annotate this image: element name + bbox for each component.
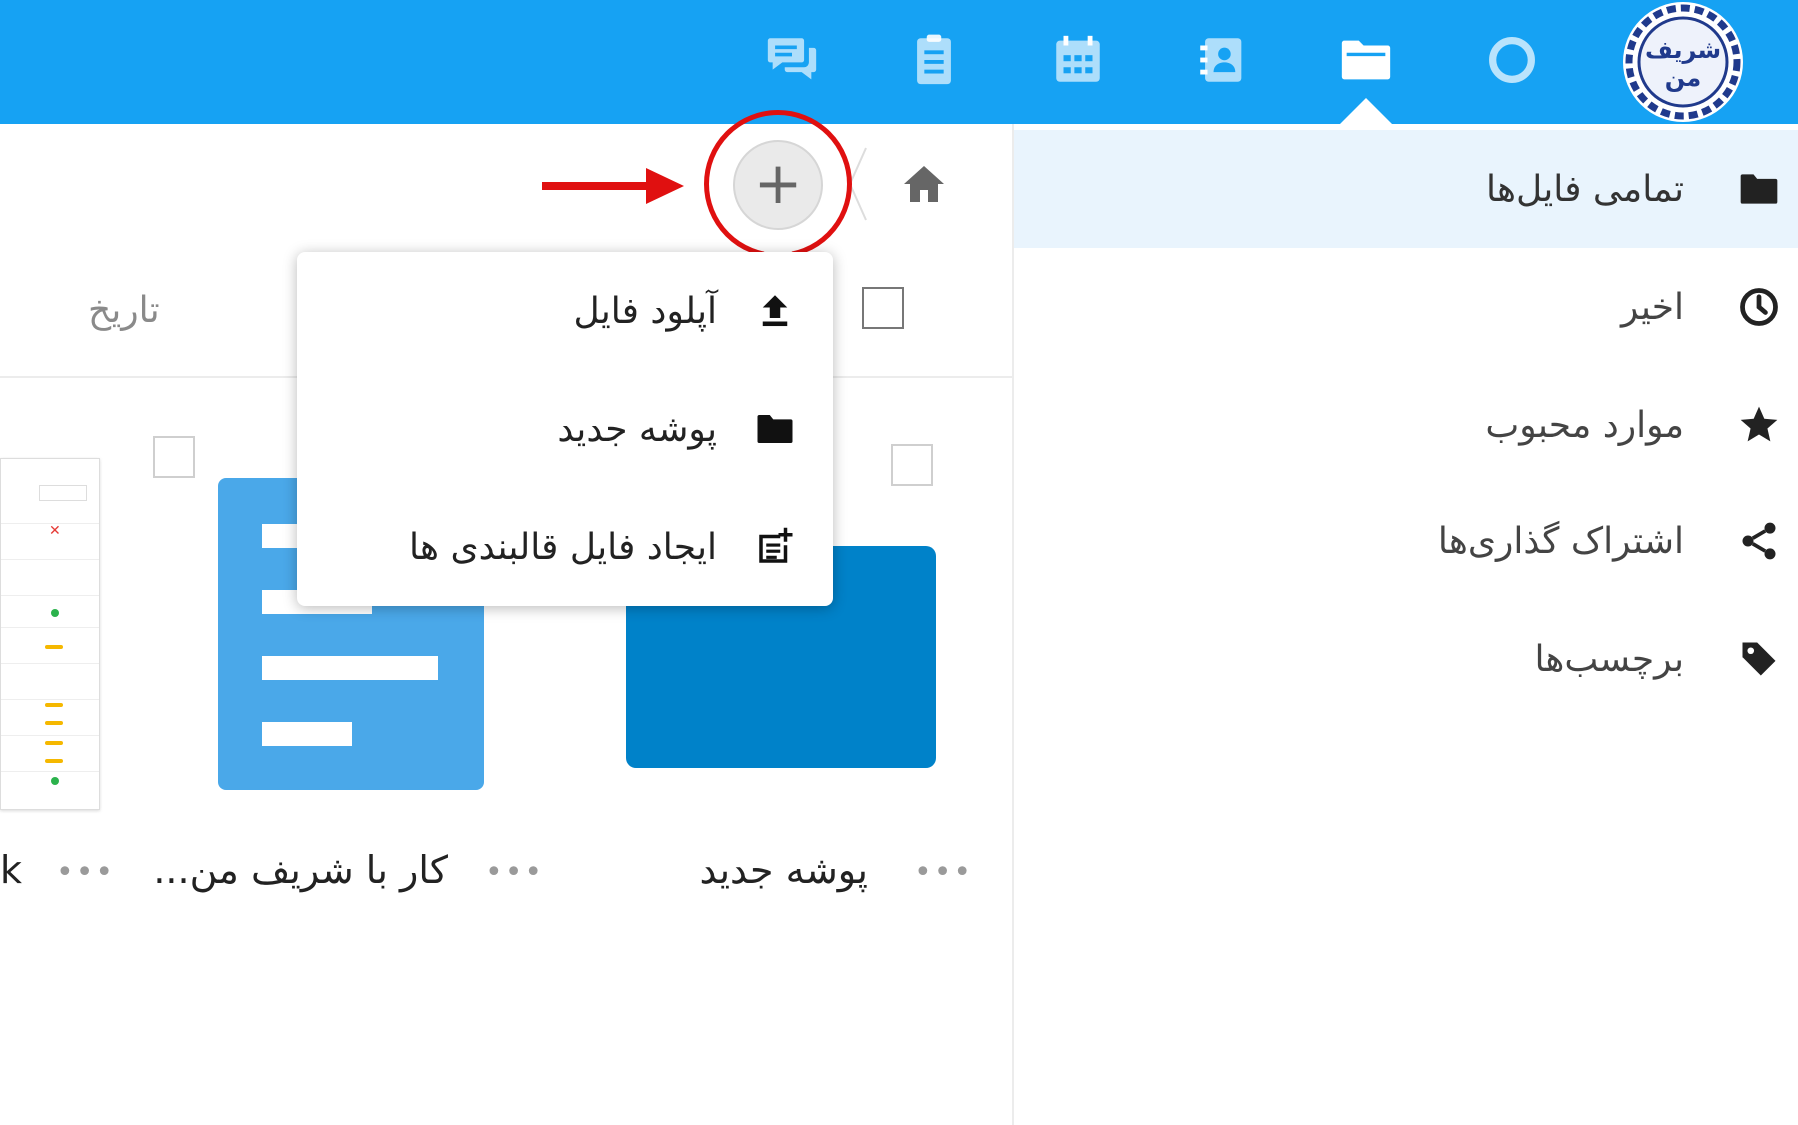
status-dot xyxy=(51,777,59,785)
sharif-logo-icon: شریف من xyxy=(1623,2,1743,122)
status-dot xyxy=(51,609,59,617)
template-icon xyxy=(753,525,797,569)
upload-icon xyxy=(753,289,797,333)
file-name[interactable]: ...کار با شریف من xyxy=(153,848,448,892)
circle-icon xyxy=(1489,37,1535,83)
nav-item-label: برچسب‌ها xyxy=(1534,638,1684,680)
select-all-checkbox[interactable] xyxy=(862,287,904,329)
nav-item-label: اشتراک گذاری‌ها xyxy=(1437,520,1684,562)
logo[interactable]: شریف من xyxy=(1614,0,1752,124)
nav-item-label: موارد محبوب xyxy=(1485,404,1684,446)
svg-text:من: من xyxy=(1665,64,1701,92)
calendar-icon xyxy=(1056,35,1100,82)
folder-icon xyxy=(753,407,797,451)
spreadsheet-thumbnail[interactable] xyxy=(0,458,100,810)
sheet-row xyxy=(1,627,99,628)
sheet-header-cell xyxy=(39,485,87,501)
sheet-row xyxy=(1,735,99,736)
menu-item-label: ایجاد فایل قالبندی ها xyxy=(409,526,717,568)
folder-icon xyxy=(1736,166,1782,212)
top-bar: شریف من xyxy=(0,0,1798,124)
nav-item-label: تمامی فایل‌ها xyxy=(1486,168,1684,210)
file-name[interactable]: پوشه جدید xyxy=(700,848,868,892)
status-dot xyxy=(45,741,63,745)
nav-item-favorites[interactable]: موارد محبوب xyxy=(1014,366,1798,484)
arrow-right-icon xyxy=(542,168,684,204)
more-actions-icon[interactable]: ••• xyxy=(914,855,973,890)
dashboard-app-button[interactable] xyxy=(1480,28,1544,92)
tag-icon xyxy=(1736,636,1782,682)
file-name[interactable]: k xyxy=(0,848,22,892)
date-column-header[interactable]: تاریخ xyxy=(88,290,160,331)
more-actions-icon[interactable]: ••• xyxy=(56,855,115,890)
new-item-menu: آپلود فایل پوشه جدید ایجاد فایل قالبندی … xyxy=(297,252,833,606)
star-icon xyxy=(1736,402,1782,448)
home-icon[interactable] xyxy=(900,160,948,208)
tasks-app-button[interactable] xyxy=(902,28,966,92)
status-dot xyxy=(45,759,63,763)
sheet-row xyxy=(1,559,99,560)
sheet-row xyxy=(1,663,99,664)
sheet-row xyxy=(1,595,99,596)
nav-item-recent[interactable]: اخیر xyxy=(1014,248,1798,366)
menu-item-label: پوشه جدید xyxy=(557,408,717,450)
files-navigation: تمامی فایل‌ها اخیر موارد محبوب اشتراک گذ… xyxy=(1012,124,1798,1125)
contacts-icon xyxy=(1200,38,1242,82)
talk-app-button[interactable] xyxy=(760,28,824,92)
document-line xyxy=(262,656,438,680)
sheet-row xyxy=(1,699,99,700)
share-icon xyxy=(1736,518,1782,564)
file-checkbox[interactable] xyxy=(891,444,933,486)
nav-item-label: اخیر xyxy=(1621,286,1684,328)
menu-item-label: آپلود فایل xyxy=(573,290,717,332)
folder-open-icon xyxy=(1341,40,1391,80)
menu-item-new-folder[interactable]: پوشه جدید xyxy=(297,370,833,488)
active-app-indicator xyxy=(1340,98,1392,124)
chat-icon xyxy=(767,38,817,80)
more-actions-icon[interactable]: ••• xyxy=(485,855,544,890)
contacts-app-button[interactable] xyxy=(1190,28,1254,92)
calendar-app-button[interactable] xyxy=(1046,28,1110,92)
sheet-x-mark-icon: ✕ xyxy=(49,523,61,539)
status-dot xyxy=(45,703,63,707)
menu-item-create-template[interactable]: ایجاد فایل قالبندی ها xyxy=(297,488,833,606)
nav-item-shares[interactable]: اشتراک گذاری‌ها xyxy=(1014,482,1798,600)
clipboard-icon xyxy=(917,34,951,85)
highlight-annotation xyxy=(704,110,852,258)
menu-item-upload-file[interactable]: آپلود فایل xyxy=(297,252,833,370)
nav-item-tags[interactable]: برچسب‌ها xyxy=(1014,600,1798,718)
clock-icon xyxy=(1736,284,1782,330)
status-dot xyxy=(45,721,63,725)
nav-item-all-files[interactable]: تمامی فایل‌ها xyxy=(1014,130,1798,248)
files-app-button[interactable] xyxy=(1334,28,1398,92)
file-checkbox[interactable] xyxy=(153,436,195,478)
sheet-row xyxy=(1,771,99,772)
svg-text:شریف: شریف xyxy=(1645,36,1721,64)
document-line xyxy=(262,722,352,746)
status-dot xyxy=(45,645,63,649)
